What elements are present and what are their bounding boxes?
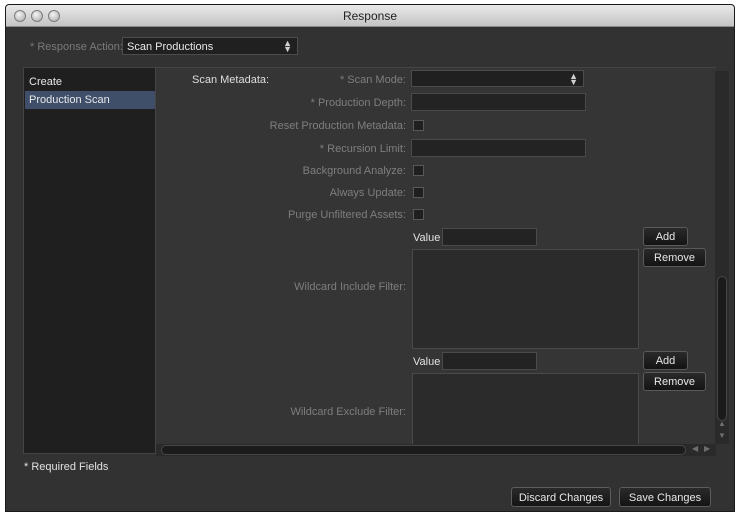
list-item-production-scan[interactable]: Production Scan	[25, 91, 155, 109]
save-changes-button[interactable]: Save Changes	[619, 487, 711, 507]
production-depth-label: * Production Depth:	[310, 97, 406, 109]
exclude-add-button[interactable]: Add	[643, 351, 688, 370]
include-value-label: Value	[413, 232, 441, 244]
list-item-create[interactable]: Create	[25, 73, 155, 91]
response-action-label: * Response Action:	[30, 41, 123, 53]
background-analyze-label: Background Analyze:	[302, 165, 406, 177]
wildcard-exclude-filter-label: Wildcard Exclude Filter:	[290, 406, 406, 418]
wildcard-exclude-list[interactable]	[412, 373, 639, 454]
select-arrows-icon: ▲ ▼	[283, 38, 292, 54]
always-update-label: Always Update:	[329, 187, 406, 199]
list-item-label: Create	[29, 76, 63, 88]
window-title: Response	[342, 9, 398, 23]
wildcard-include-list[interactable]	[412, 249, 639, 349]
required-fields-note: * Required Fields	[24, 461, 109, 473]
purge-unfiltered-assets-checkbox[interactable]	[413, 209, 424, 220]
scroll-left-icon[interactable]: ◀	[692, 444, 698, 453]
response-action-value: Scan Productions	[127, 41, 214, 53]
recursion-limit-label: * Recursion Limit:	[319, 143, 406, 155]
vertical-scrollbar[interactable]: ▲ ▼	[715, 71, 729, 444]
scroll-down-icon[interactable]: ▼	[718, 431, 726, 440]
exclude-value-label: Value	[413, 356, 441, 368]
wildcard-include-filter-label: Wildcard Include Filter:	[294, 281, 406, 293]
response-window: Response * Response Action: Scan Product…	[5, 4, 735, 512]
exclude-value-input[interactable]	[442, 352, 537, 370]
include-remove-button[interactable]: Remove	[643, 248, 706, 267]
scan-mode-select[interactable]: ▲ ▼	[411, 70, 584, 87]
purge-unfiltered-assets-label: Purge Unfiltered Assets:	[287, 209, 406, 221]
title-bar: Response	[6, 5, 734, 27]
horizontal-scrollbar[interactable]: ◀ ▶	[156, 444, 716, 456]
scroll-right-icon[interactable]: ▶	[704, 444, 710, 453]
form-panel: Scan Metadata: * Scan Mode: ▲ ▼ * Product…	[156, 67, 716, 454]
scroll-up-icon[interactable]: ▲	[718, 419, 726, 428]
select-arrows-icon: ▲ ▼	[569, 71, 578, 87]
reset-production-metadata-checkbox[interactable]	[413, 120, 424, 131]
always-update-checkbox[interactable]	[413, 187, 424, 198]
background-analyze-checkbox[interactable]	[413, 165, 424, 176]
include-value-input[interactable]	[442, 228, 537, 246]
vertical-scroll-thumb[interactable]	[717, 276, 727, 421]
scan-mode-label: * Scan Mode:	[339, 74, 406, 86]
reset-production-metadata-label: Reset Production Metadata:	[269, 120, 406, 132]
response-action-select[interactable]: Scan Productions ▲ ▼	[122, 37, 298, 55]
production-depth-input[interactable]	[411, 93, 586, 111]
list-item-label: Production Scan	[29, 94, 110, 106]
exclude-remove-button[interactable]: Remove	[643, 372, 706, 391]
recursion-limit-input[interactable]	[411, 139, 586, 157]
response-type-list: Create Production Scan	[23, 67, 156, 454]
include-add-button[interactable]: Add	[643, 227, 688, 246]
horizontal-scroll-thumb[interactable]	[161, 445, 686, 455]
scan-metadata-heading: Scan Metadata:	[192, 74, 270, 86]
discard-changes-button[interactable]: Discard Changes	[511, 487, 611, 507]
